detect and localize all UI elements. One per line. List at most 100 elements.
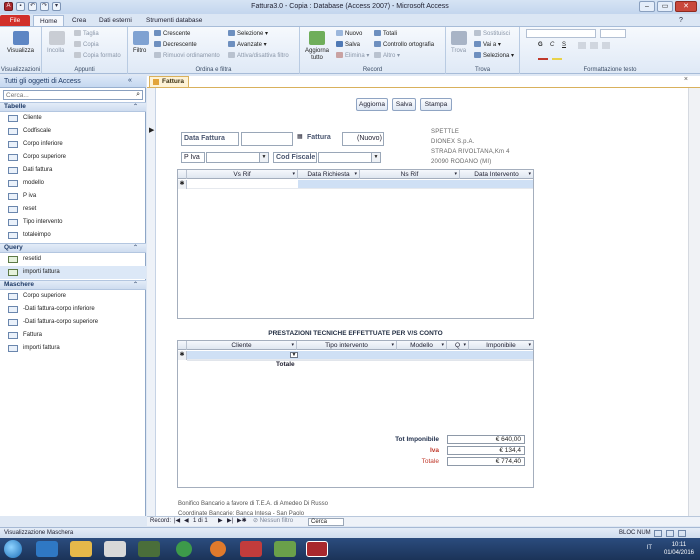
nav-header[interactable]: Tutti gli oggetti di Access «	[0, 76, 146, 88]
col-data-intervento[interactable]: Data Intervento ▾	[460, 170, 533, 179]
sort-arrow-icon[interactable]: ▾	[454, 170, 457, 179]
tab-crea[interactable]: Crea	[66, 15, 92, 26]
table-row[interactable]: ✱	[178, 180, 533, 189]
col-data-richiesta[interactable]: Data Richiesta ▾	[298, 170, 360, 179]
nav-item-form-dati-fattura-inferiore[interactable]: -Dati fattura-corpo inferiore	[0, 303, 146, 316]
col-modello[interactable]: Modello ▾	[397, 341, 447, 350]
record-position[interactable]: 1 di 1	[193, 517, 208, 526]
sort-arrow-icon[interactable]: ▾	[463, 341, 466, 350]
fattura-number-field[interactable]: (Nuovo)	[342, 132, 384, 146]
filter-button[interactable]: Filtro	[133, 48, 146, 54]
print-button[interactable]: Stampa	[420, 98, 452, 111]
nav-item-form-corpo-superiore[interactable]: Corpo superiore	[0, 290, 146, 303]
col-ns-rif[interactable]: Ns Rif ▾	[360, 170, 460, 179]
nav-item-codfiscale[interactable]: Codfiscale	[0, 125, 146, 138]
align-center-icon[interactable]	[590, 42, 598, 49]
paste-button[interactable]: Incolla	[47, 48, 64, 54]
sort-arrow-icon[interactable]: ▾	[528, 341, 531, 350]
format-painter-button[interactable]: Copia formato	[74, 52, 121, 59]
nav-item-tipo-intervento[interactable]: Tipo intervento	[0, 216, 146, 229]
col-vs-rif[interactable]: Vs Rif ▾	[187, 170, 298, 179]
sort-arrow-icon[interactable]: ▾	[528, 170, 531, 179]
filter-status[interactable]: ⊘ Nessun filtro	[253, 517, 293, 526]
view-button[interactable]: Visualizza	[7, 48, 34, 54]
nav-section-query[interactable]: Query ⌃	[0, 243, 146, 253]
app-icon[interactable]	[138, 541, 160, 557]
totals-button[interactable]: Totali	[374, 30, 397, 37]
nav-item-reset[interactable]: reset	[0, 203, 146, 216]
vertical-scrollbar[interactable]	[688, 88, 700, 517]
ie-icon[interactable]	[36, 541, 58, 557]
align-left-icon[interactable]	[578, 42, 586, 49]
language-indicator[interactable]: IT	[647, 545, 652, 551]
winrar-icon[interactable]	[240, 541, 262, 557]
last-record-icon[interactable]: ▶|	[227, 517, 233, 526]
new-record-nav-icon[interactable]: ▶✱	[237, 517, 247, 526]
find-button[interactable]: Trova	[451, 48, 466, 54]
align-right-icon[interactable]	[602, 42, 610, 49]
media-player-icon[interactable]	[104, 541, 126, 557]
new-record-icon[interactable]: ✱	[178, 180, 187, 189]
sort-arrow-icon[interactable]: ▾	[292, 170, 295, 179]
dropdown-arrow-icon[interactable]: ▼	[290, 352, 298, 358]
minimize-button[interactable]: –	[639, 1, 655, 12]
calendar-icon[interactable]: ▦	[297, 133, 303, 140]
col-imponibile[interactable]: Imponibile ▾	[469, 341, 533, 350]
new-record-icon[interactable]: ✱	[178, 351, 187, 360]
sort-descending-button[interactable]: Decrescente	[154, 41, 197, 48]
selection-button[interactable]: Selezione ▾	[228, 30, 268, 37]
form-view-icon[interactable]	[654, 530, 662, 537]
first-record-icon[interactable]: |◀	[174, 517, 180, 526]
delete-record-button[interactable]: Elimina ▾	[336, 52, 369, 59]
new-record-button[interactable]: Nuovo	[336, 30, 362, 37]
replace-button[interactable]: Sostituisci	[474, 30, 510, 37]
tab-home[interactable]: Home	[33, 15, 65, 26]
font-name-select[interactable]	[526, 29, 596, 38]
collapse-icon[interactable]: ⌃	[133, 281, 138, 289]
search-icon[interactable]: ⌕	[136, 91, 140, 99]
dropdown-arrow-icon[interactable]: ▼	[259, 153, 268, 162]
collapse-icon[interactable]: ⌃	[133, 244, 138, 252]
firefox-icon[interactable]	[210, 541, 226, 557]
design-view-icon[interactable]	[678, 530, 686, 537]
select-button[interactable]: Seleziona ▾	[474, 52, 514, 59]
close-button[interactable]: ✕	[675, 1, 697, 12]
access-taskbar-icon[interactable]	[306, 541, 328, 557]
nav-item-dati-fattura[interactable]: Dati fattura	[0, 164, 146, 177]
doc-tab-fattura[interactable]: Fattura	[149, 76, 189, 87]
next-record-icon[interactable]: ▶	[218, 517, 223, 526]
advanced-button[interactable]: Avanzate ▾	[228, 41, 267, 48]
previous-record-icon[interactable]: ◀	[184, 517, 189, 526]
update-button[interactable]: Aggiorna	[356, 98, 388, 111]
underline-button[interactable]: S	[562, 42, 566, 48]
nav-shutter-icon[interactable]: «	[128, 77, 132, 84]
spelling-button[interactable]: Controllo ortografia	[374, 41, 434, 48]
nav-item-totaleimpo[interactable]: totaleimpo	[0, 229, 146, 242]
bold-button[interactable]: G	[538, 42, 543, 48]
layout-view-icon[interactable]	[666, 530, 674, 537]
nav-section-maschere[interactable]: Maschere ⌃	[0, 280, 146, 290]
col-q[interactable]: Q ▾	[447, 341, 469, 350]
help-icon[interactable]: ?	[673, 15, 689, 26]
sort-arrow-icon[interactable]: ▾	[441, 341, 444, 350]
font-size-select[interactable]	[600, 29, 626, 38]
more-button[interactable]: Altro ▾	[374, 52, 400, 59]
col-tipo-intervento[interactable]: Tipo intervento ▾	[297, 341, 397, 350]
tab-strumenti-database[interactable]: Strumenti database	[140, 15, 208, 26]
toggle-filter-button[interactable]: Attiva/disattiva filtro	[228, 52, 289, 59]
piva-combo[interactable]: ▼	[206, 152, 269, 163]
nav-item-modello[interactable]: modello	[0, 177, 146, 190]
font-color-icon[interactable]	[538, 53, 548, 60]
maximize-button[interactable]: ▭	[657, 1, 673, 12]
table-row[interactable]: ✱ ▼	[178, 351, 533, 360]
nav-item-corpo-inferiore[interactable]: Corpo inferiore	[0, 138, 146, 151]
close-document-icon[interactable]: ×	[684, 76, 688, 83]
remove-sort-button[interactable]: Rimuovi ordinamento	[154, 52, 220, 59]
sort-arrow-icon[interactable]: ▾	[391, 341, 394, 350]
codfiscale-combo[interactable]: ▼	[318, 152, 381, 163]
record-selector[interactable]: ▶	[147, 88, 156, 517]
nav-item-corpo-superiore[interactable]: Corpo superiore	[0, 151, 146, 164]
nav-item-form-dati-fattura-superiore[interactable]: -Dati fattura-corpo superiore	[0, 316, 146, 329]
record-search-input[interactable]: Cerca	[308, 518, 344, 526]
goto-button[interactable]: Vai a ▾	[474, 41, 501, 48]
